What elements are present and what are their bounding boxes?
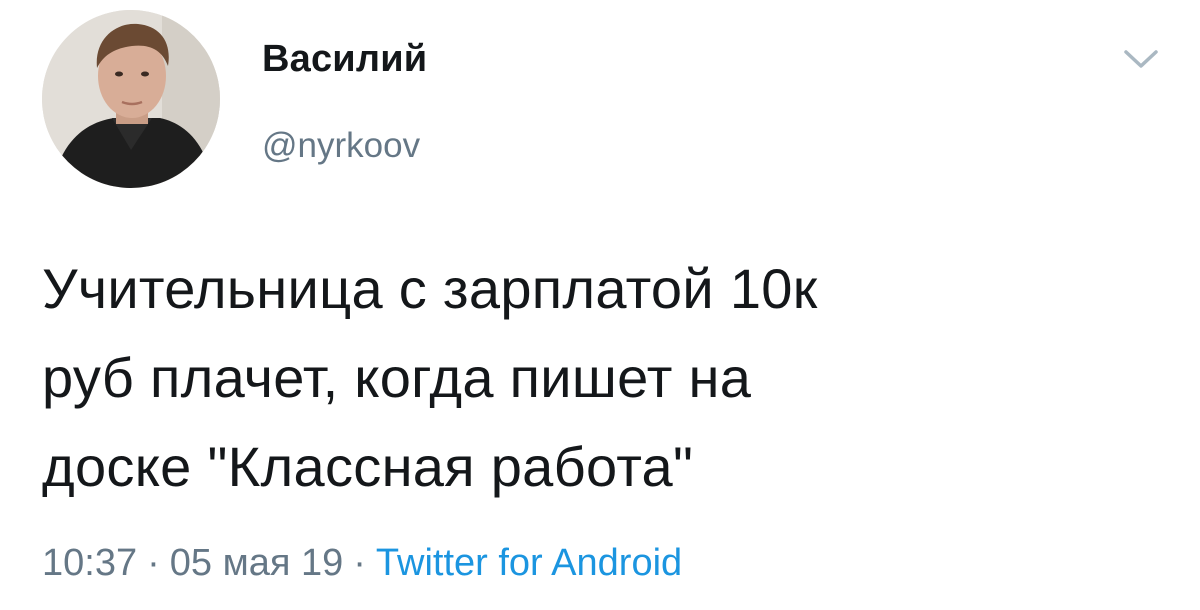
author-display-name[interactable]: Василий xyxy=(262,38,427,81)
tweet-time[interactable]: 10:37 xyxy=(42,542,137,584)
avatar[interactable] xyxy=(42,10,220,188)
chevron-down-icon[interactable] xyxy=(1118,44,1164,74)
meta-separator: · xyxy=(353,542,366,584)
meta-separator: · xyxy=(147,542,160,584)
avatar-photo xyxy=(42,10,220,188)
tweet-meta: 10:37 · 05 мая 19 · Twitter for Android xyxy=(42,542,682,585)
tweet-source-link[interactable]: Twitter for Android xyxy=(376,542,682,584)
tweet-date[interactable]: 05 мая 19 xyxy=(170,542,344,584)
author-handle[interactable]: @nyrkoov xyxy=(262,126,420,166)
tweet-card: Василий @nyrkoov Учительница с зарплатой… xyxy=(0,0,1200,610)
tweet-text: Учительница с зарплатой 10к руб плачет, … xyxy=(42,257,818,498)
